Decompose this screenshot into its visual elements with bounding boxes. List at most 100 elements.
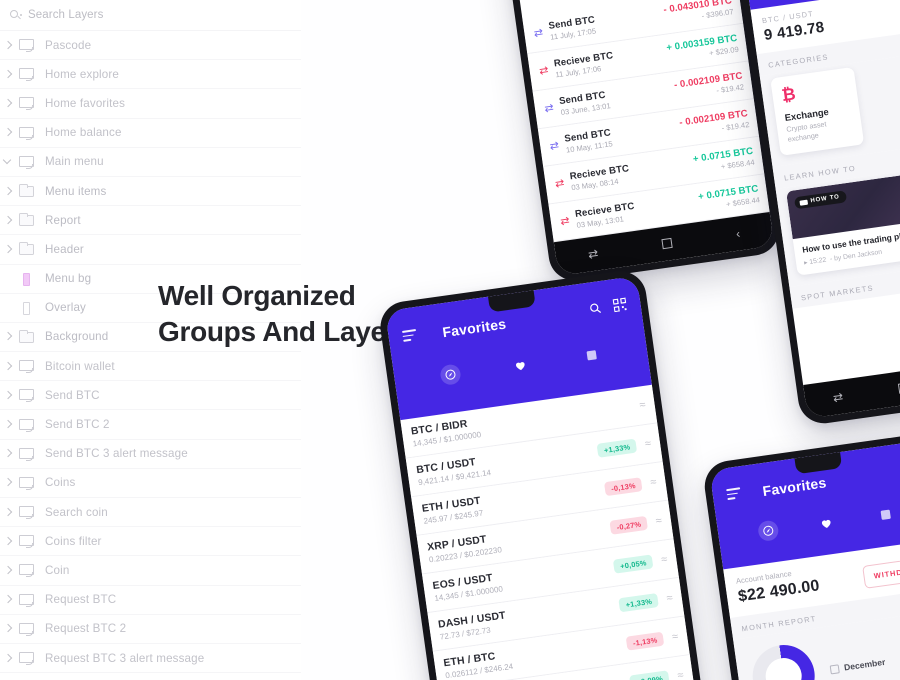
sparkline-icon: ≈ xyxy=(644,437,652,451)
layer-label: Send BTC xyxy=(45,388,100,402)
layer-label: Pascode xyxy=(45,38,92,52)
search-layers-row[interactable] xyxy=(0,0,301,31)
chevron-right-icon[interactable] xyxy=(0,31,16,60)
layer-row[interactable]: Home favorites xyxy=(0,89,301,119)
layer-row[interactable]: Coins xyxy=(0,469,301,498)
artboard-icon xyxy=(16,355,38,377)
chevron-right-icon[interactable] xyxy=(0,410,16,439)
layer-label: Coins xyxy=(45,476,76,490)
tab-compass[interactable] xyxy=(438,363,462,386)
chevron-right-icon[interactable] xyxy=(0,556,16,585)
chevron-right-icon[interactable] xyxy=(0,381,16,410)
month-label: December xyxy=(843,656,886,673)
chevron-right-icon[interactable] xyxy=(0,352,16,381)
layer-row[interactable]: Coins filter xyxy=(0,527,301,557)
chevron-right-icon[interactable] xyxy=(0,322,16,351)
hamburger-icon[interactable] xyxy=(726,487,742,503)
layer-label: Header xyxy=(45,242,84,256)
layer-row[interactable]: Request BTC xyxy=(0,586,301,615)
favorites-screen: Favorites BTC / BIDR 14,345 / $1.000000 … xyxy=(385,275,707,680)
month-selector[interactable]: December xyxy=(829,656,886,675)
sparkline-icon: ≈ xyxy=(660,553,669,567)
favorites-list[interactable]: BTC / BIDR 14,345 / $1.000000 ≈ BTC / USDT 9… xyxy=(400,384,696,680)
artboard-icon xyxy=(16,647,38,669)
category-card-exchange[interactable]: ₿ Exchange Crypto asset exchange xyxy=(770,66,865,157)
chevron-right-icon[interactable] xyxy=(0,585,16,614)
chevron-right-icon[interactable] xyxy=(0,235,16,264)
withdraw-button[interactable]: WITHDRAW xyxy=(862,556,900,589)
layer-row[interactable]: Pascode xyxy=(0,31,301,61)
tab-grid[interactable] xyxy=(580,344,603,367)
chevron-right-icon[interactable] xyxy=(0,673,16,680)
layer-label: Home explore xyxy=(45,67,119,81)
chevron-right-icon[interactable] xyxy=(0,644,16,673)
layer-label: Send BTC 2 xyxy=(45,418,110,432)
chevron-right-icon xyxy=(0,264,16,293)
chevron-right-icon[interactable] xyxy=(0,498,16,527)
layer-row[interactable]: Header xyxy=(0,235,301,265)
search-icon[interactable] xyxy=(588,301,603,321)
tab-compass[interactable] xyxy=(756,519,780,543)
transfer-arrows-icon: ⇄ xyxy=(559,214,571,229)
back-arrow-icon[interactable]: ‹ xyxy=(735,226,741,240)
favorites-tabs[interactable] xyxy=(408,339,635,390)
chevron-right-icon[interactable] xyxy=(0,614,16,643)
layer-label: Home favorites xyxy=(45,96,126,110)
transaction-list[interactable]: ⇄ Send BTC 11 July, 17:05- 0.043010 BTC - $… xyxy=(522,0,770,243)
layer-label: Main menu xyxy=(45,155,104,169)
artboard-icon xyxy=(16,530,38,552)
transfer-arrows-icon: ⇄ xyxy=(549,139,560,153)
chevron-right-icon[interactable] xyxy=(0,439,16,468)
chevron-right-icon[interactable] xyxy=(0,527,16,556)
chevron-right-icon[interactable] xyxy=(0,206,16,235)
chevron-right-icon xyxy=(0,293,16,322)
layer-label: Overlay xyxy=(45,301,86,315)
layer-label: Home balance xyxy=(45,126,122,140)
balance-tabs[interactable] xyxy=(731,499,900,545)
transfer-arrows-icon: ⇄ xyxy=(538,64,550,78)
chevron-right-icon[interactable] xyxy=(0,118,16,147)
transactions-screen: ⇄ Send BTC 11 July, 17:05- 0.043010 BTC - $… xyxy=(495,0,775,276)
video-duration: 15:22 xyxy=(809,256,827,267)
layer-label: Coin xyxy=(45,563,70,577)
layer-row[interactable]: Send BTC 3 alert message xyxy=(0,440,301,469)
layer-row[interactable]: Menu items xyxy=(0,177,301,207)
artboard-icon xyxy=(16,589,38,611)
chevron-down-icon[interactable] xyxy=(0,147,16,176)
layer-row[interactable]: Send BTC 2 xyxy=(0,410,301,440)
transfer-arrows-icon: ⇄ xyxy=(543,102,555,116)
layer-row[interactable]: BTC Address xyxy=(0,673,301,680)
folder-icon xyxy=(16,209,38,231)
artboard-icon xyxy=(16,443,38,465)
tab-grid[interactable] xyxy=(874,503,897,526)
layer-row[interactable]: Bitcoin wallet xyxy=(0,352,301,382)
search-input[interactable] xyxy=(28,9,268,21)
layer-row[interactable]: Send BTC xyxy=(0,381,301,411)
chevron-right-icon[interactable] xyxy=(0,177,16,206)
recents-icon[interactable]: ⇄ xyxy=(587,246,599,261)
recents-icon[interactable]: ⇄ xyxy=(832,390,844,405)
android-navbar-market[interactable]: ⇄ ‹ xyxy=(803,358,900,419)
layer-row[interactable]: Coin xyxy=(0,556,301,586)
layer-list: Pascode Home explore Home favorites Home ba… xyxy=(0,31,301,680)
chevron-right-icon[interactable] xyxy=(0,60,16,89)
qr-code-icon[interactable] xyxy=(612,297,628,318)
layer-row[interactable]: Main menu xyxy=(0,148,301,177)
tab-heart[interactable] xyxy=(815,511,838,534)
chevron-right-icon[interactable] xyxy=(0,89,16,118)
layer-row[interactable]: Request BTC 2 xyxy=(0,615,301,644)
tab-heart[interactable] xyxy=(509,353,532,376)
layer-row[interactable]: Search coin xyxy=(0,498,301,528)
change-badge: -1,13% xyxy=(626,631,665,651)
layer-label: Send BTC 3 alert message xyxy=(45,447,188,461)
layer-row[interactable]: Request BTC 3 alert message xyxy=(0,644,301,674)
home-square-icon[interactable] xyxy=(661,237,673,250)
layer-row[interactable]: Home explore xyxy=(0,60,301,90)
layer-label: Bitcoin wallet xyxy=(45,359,115,373)
artboard-icon xyxy=(16,414,38,436)
chevron-right-icon[interactable] xyxy=(0,468,16,497)
layer-row[interactable]: Report xyxy=(0,206,301,236)
hamburger-icon[interactable] xyxy=(401,328,418,345)
layer-label: Request BTC 2 xyxy=(45,622,127,636)
layer-row[interactable]: Home balance xyxy=(0,119,301,148)
